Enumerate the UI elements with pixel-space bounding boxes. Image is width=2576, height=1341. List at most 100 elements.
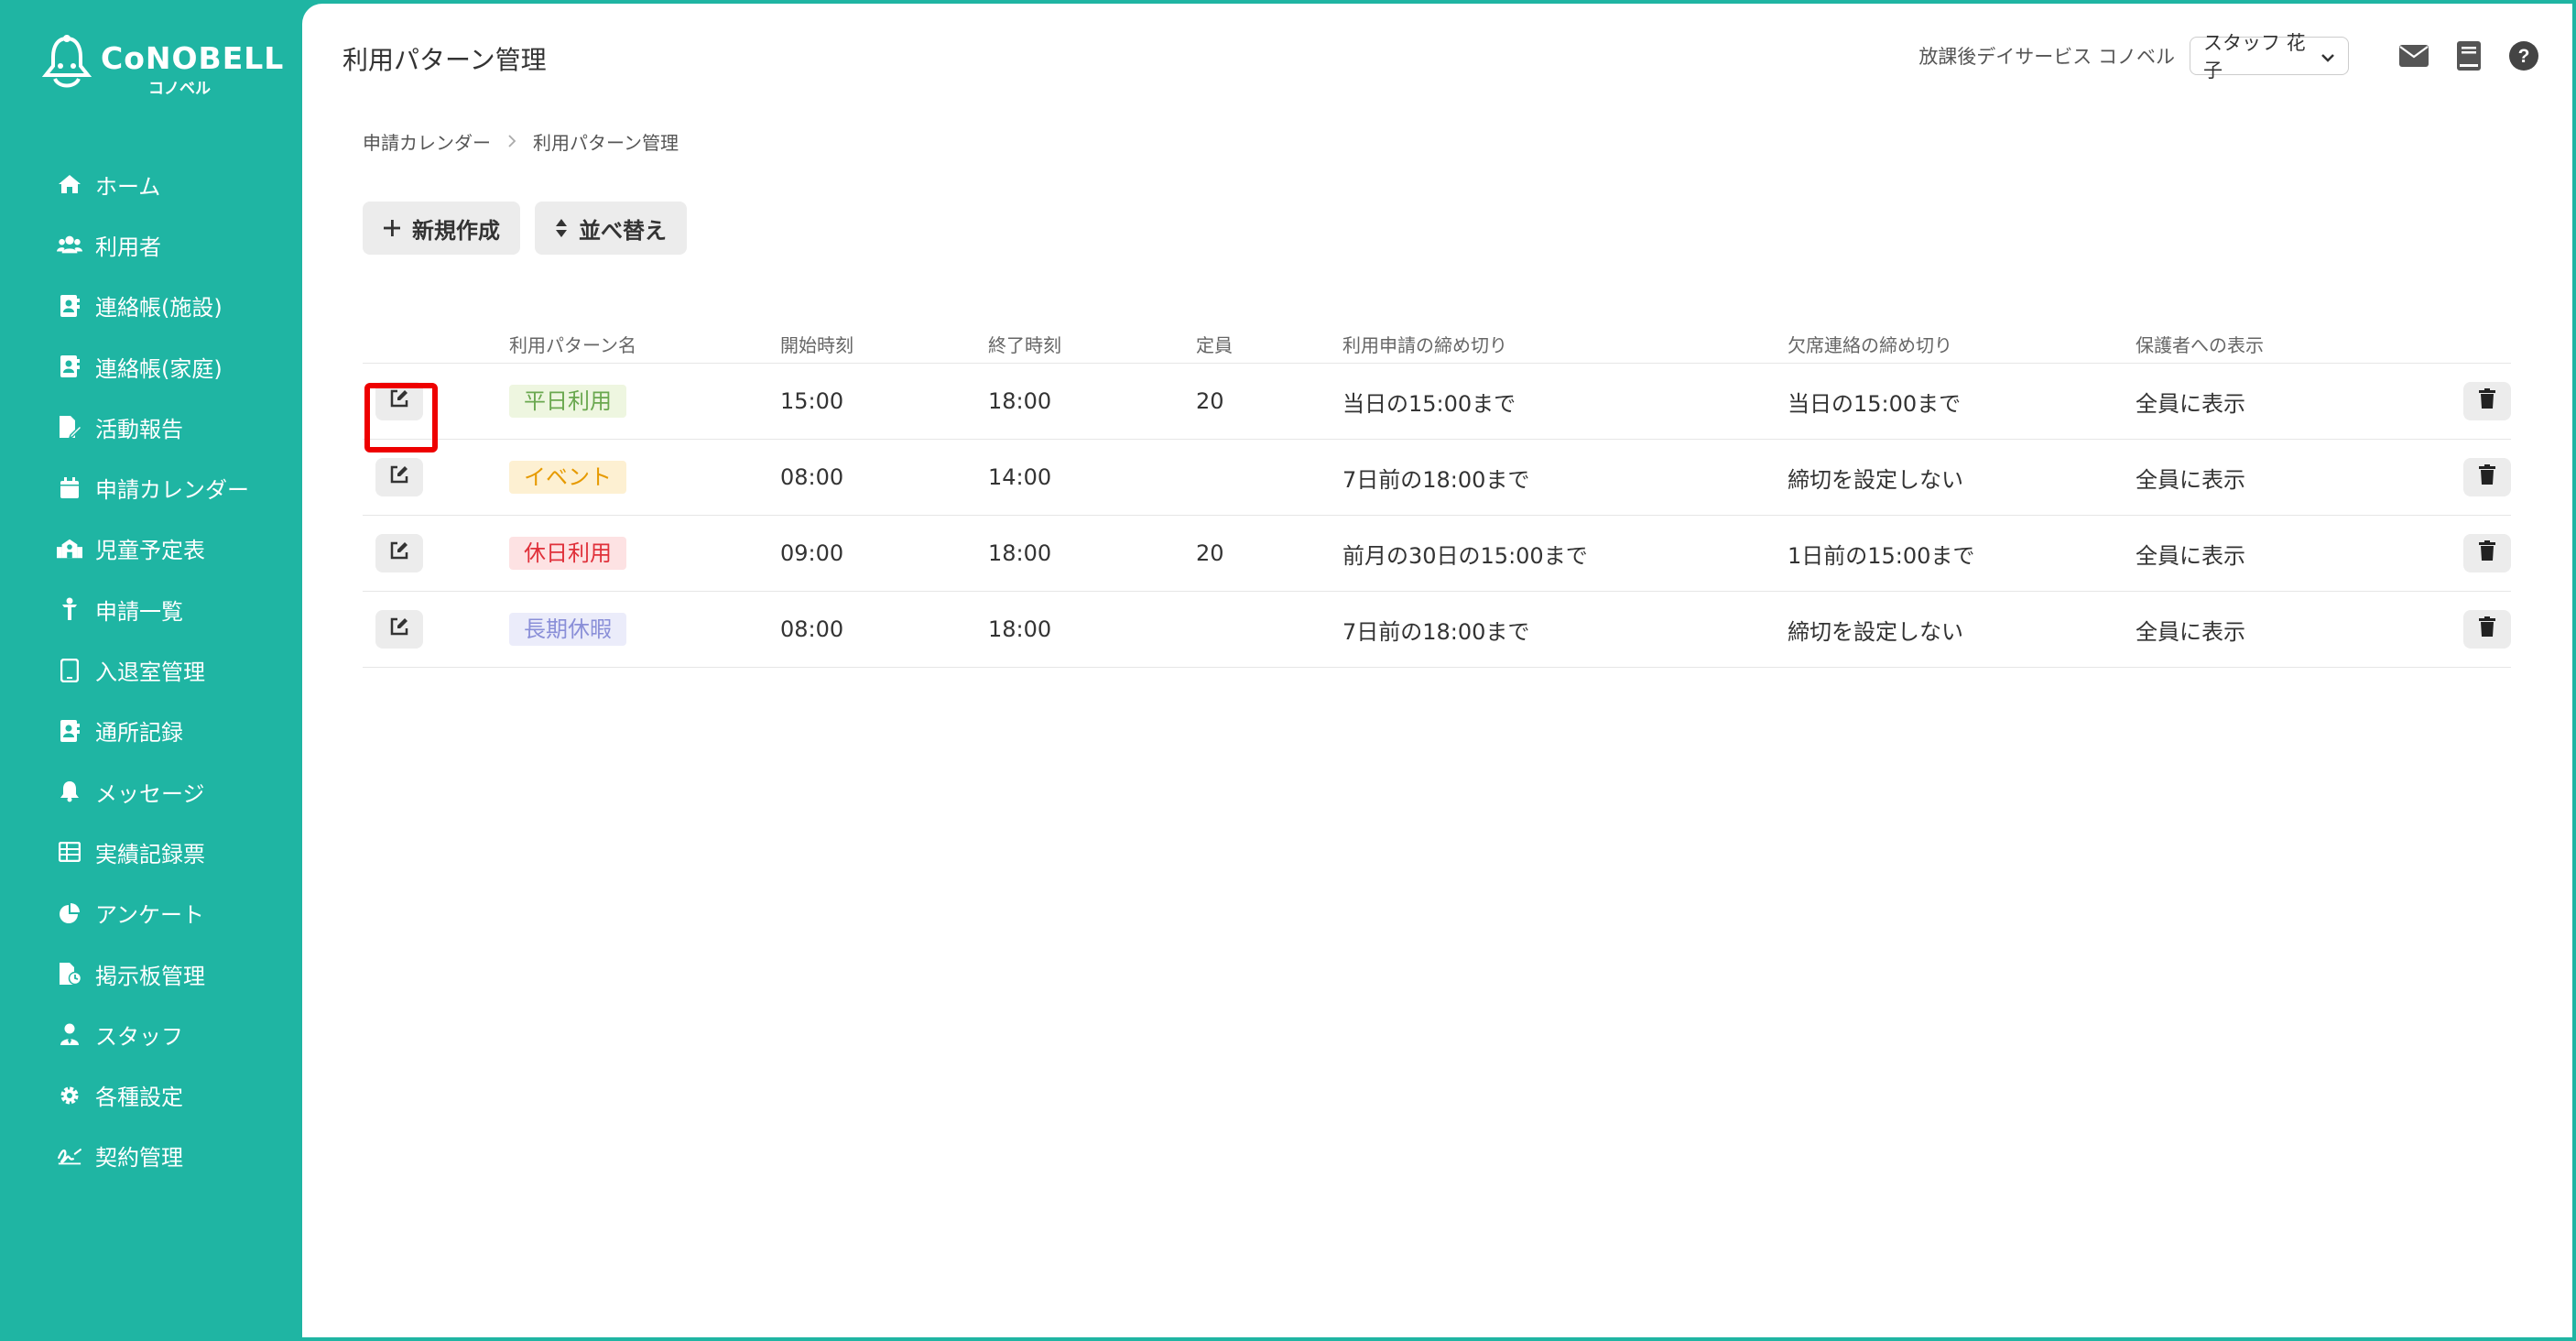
guardian-display-cell: 全員に表示 — [2136, 618, 2245, 645]
table-row: 長期休暇 08:00 18:00 7日前の18:00まで 締切を設定しない 全員… — [363, 592, 2511, 668]
table-row: 休日利用 09:00 18:00 20 前月の30日の15:00まで 1日前の1… — [363, 516, 2511, 592]
sidebar: CoNOBELL コノベル ホーム 利用者 連絡帳(施設) 連絡帳(家庭) 活動… — [0, 0, 302, 1341]
sidebar-item-home[interactable]: ホーム — [0, 154, 302, 214]
sidebar-item-label: 申請カレンダー — [95, 477, 249, 504]
end-cell: 18:00 — [988, 540, 1052, 566]
user-name: スタッフ 花子 — [2203, 32, 2306, 82]
logo-subtext: コノベル — [148, 80, 211, 98]
sidebar-item-label: 各種設定 — [95, 1085, 183, 1111]
edit-icon — [389, 616, 409, 642]
delete-button[interactable] — [2463, 458, 2511, 496]
sort-button[interactable]: 並べ替え — [535, 202, 687, 255]
new-button[interactable]: 新規作成 — [363, 202, 520, 255]
chevron-down-icon — [2321, 45, 2335, 67]
bell-logo-icon — [41, 35, 92, 88]
user-dropdown[interactable]: スタッフ 花子 — [2190, 32, 2349, 82]
delete-cell — [2410, 534, 2511, 572]
capacity-cell: 20 — [1196, 388, 1224, 414]
sidebar-item-contact-home[interactable]: 連絡帳(家庭) — [0, 336, 302, 397]
edit-button[interactable] — [375, 534, 423, 572]
edit-button[interactable] — [375, 610, 423, 649]
sidebar-item-label: メッセージ — [95, 780, 205, 807]
chevron-right-icon — [507, 131, 516, 153]
absence-deadline-cell: 締切を設定しない — [1788, 618, 1963, 645]
trash-icon — [2479, 540, 2495, 566]
sidebar-item-child-schedule[interactable]: 児童予定表 — [0, 518, 302, 579]
edit-button[interactable] — [375, 458, 423, 496]
guardian-display-cell: 全員に表示 — [2136, 466, 2245, 493]
guardian-display-cell: 全員に表示 — [2136, 390, 2245, 417]
absence-deadline-cell: 1日前の15:00まで — [1788, 542, 1975, 569]
header-name: 利用パターン名 — [509, 333, 636, 356]
end-cell: 18:00 — [988, 388, 1052, 414]
sidebar-item-staff[interactable]: スタッフ — [0, 1004, 302, 1064]
sidebar-item-label: 申請一覧 — [95, 598, 183, 625]
table-row: 平日利用 15:00 18:00 20 当日の15:00まで 当日の15:00ま… — [363, 364, 2511, 452]
pattern-name-tag: 平日利用 — [509, 385, 626, 418]
sidebar-item-label: 利用者 — [95, 234, 161, 260]
trash-icon — [2479, 388, 2495, 414]
calendar-icon — [57, 475, 82, 501]
delete-cell — [2410, 610, 2511, 649]
sidebar-item-attendance[interactable]: 入退室管理 — [0, 639, 302, 700]
app-logo[interactable]: CoNOBELL コノベル — [40, 33, 283, 98]
start-cell: 08:00 — [780, 464, 844, 490]
header-absence-deadline: 欠席連絡の締め切り — [1788, 333, 1952, 356]
header-capacity: 定員 — [1196, 333, 1233, 356]
start-cell: 15:00 — [780, 388, 844, 414]
school-icon — [57, 536, 82, 561]
tablet-icon — [57, 658, 82, 683]
edit-icon — [389, 540, 409, 566]
file-edit-icon — [57, 414, 82, 440]
home-icon — [57, 171, 82, 197]
sidebar-item-bulletin[interactable]: 掲示板管理 — [0, 943, 302, 1004]
trash-icon — [2479, 616, 2495, 642]
delete-button[interactable] — [2463, 382, 2511, 420]
file-clock-icon — [57, 961, 82, 987]
apply-deadline-cell: 7日前の18:00まで — [1342, 466, 1530, 493]
signature-icon — [57, 1143, 82, 1169]
pattern-name-tag: 長期休暇 — [509, 613, 626, 646]
sidebar-item-survey[interactable]: アンケート — [0, 883, 302, 943]
sidebar-item-label: 契約管理 — [95, 1145, 183, 1172]
bell-icon — [57, 779, 82, 804]
apply-deadline-cell: 前月の30日の15:00まで — [1342, 542, 1588, 569]
action-bar: 新規作成 並べ替え — [363, 202, 701, 255]
gear-icon — [57, 1083, 82, 1108]
trash-icon — [2479, 464, 2495, 490]
sidebar-item-contact-facility[interactable]: 連絡帳(施設) — [0, 276, 302, 336]
contact-book-icon — [57, 293, 82, 319]
breadcrumb-link-calendar[interactable]: 申請カレンダー — [363, 128, 491, 155]
sidebar-item-label: 通所記録 — [95, 720, 183, 747]
sidebar-item-performance-record[interactable]: 実績記録票 — [0, 822, 302, 882]
sort-icon — [555, 218, 568, 238]
main-panel: 利用パターン管理 放課後デイサービス コノベル スタッフ 花子 ? 申請カレンダ… — [302, 4, 2572, 1337]
sidebar-item-label: アンケート — [95, 902, 205, 929]
delete-button[interactable] — [2463, 610, 2511, 649]
pattern-name-tag: イベント — [509, 461, 626, 494]
header-end: 終了時刻 — [988, 333, 1061, 356]
sidebar-item-contract[interactable]: 契約管理 — [0, 1126, 302, 1186]
staff-icon — [57, 1021, 82, 1047]
new-button-label: 新規作成 — [412, 217, 500, 244]
manual-book-icon[interactable] — [2453, 40, 2484, 71]
sidebar-item-label: 入退室管理 — [95, 660, 205, 686]
plus-icon — [383, 219, 401, 237]
apply-deadline-cell: 7日前の18:00まで — [1342, 618, 1530, 645]
mail-icon[interactable] — [2398, 40, 2429, 71]
sidebar-item-label: 掲示板管理 — [95, 963, 205, 989]
sidebar-item-label: 連絡帳(施設) — [95, 295, 223, 322]
sidebar-item-users[interactable]: 利用者 — [0, 214, 302, 275]
sidebar-item-label: 活動報告 — [95, 416, 183, 442]
edit-icon — [389, 464, 409, 490]
sidebar-item-settings[interactable]: 各種設定 — [0, 1064, 302, 1125]
sidebar-item-applications[interactable]: 申請一覧 — [0, 579, 302, 639]
sidebar-item-messages[interactable]: メッセージ — [0, 761, 302, 822]
delete-button[interactable] — [2463, 534, 2511, 572]
sidebar-item-label: 児童予定表 — [95, 538, 205, 564]
sidebar-item-activity-report[interactable]: 活動報告 — [0, 397, 302, 457]
sidebar-item-calendar[interactable]: 申請カレンダー — [0, 457, 302, 518]
sidebar-item-attendance-record[interactable]: 通所記録 — [0, 701, 302, 761]
name-cell: イベント — [509, 461, 780, 494]
help-icon[interactable]: ? — [2508, 40, 2539, 71]
